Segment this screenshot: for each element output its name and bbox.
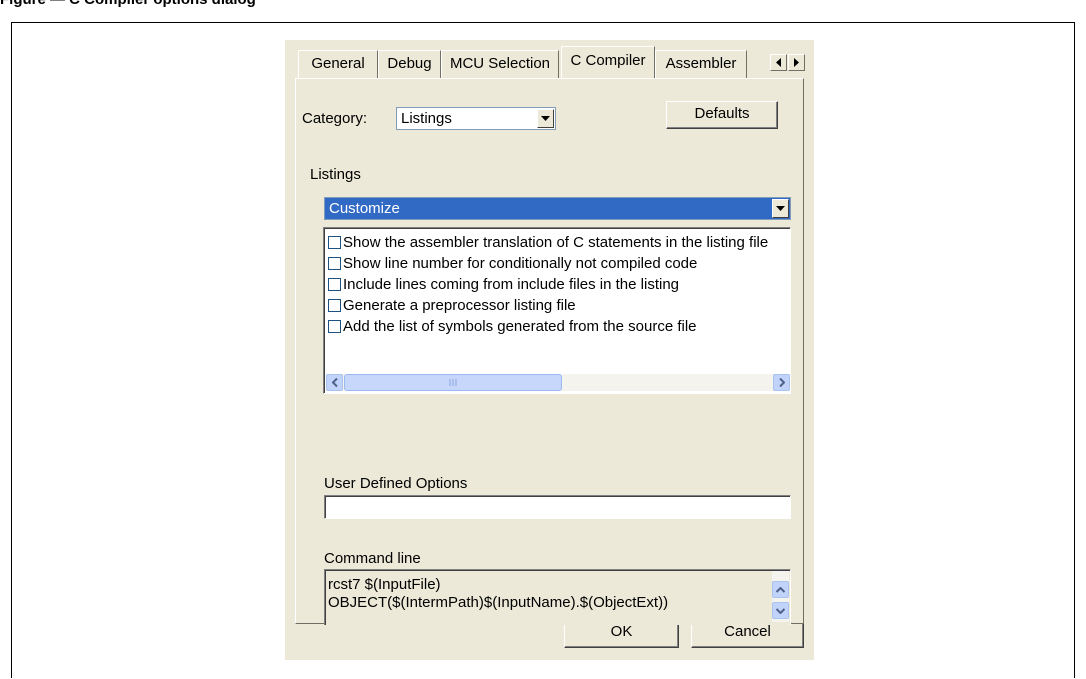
tab-scroll-right-button[interactable]	[788, 54, 805, 71]
category-select[interactable]: Listings	[396, 107, 556, 130]
chevron-left-icon	[331, 378, 338, 387]
command-line-box[interactable]: rcst7 $(InputFile) OBJECT($(IntermPath)$…	[324, 569, 791, 625]
tab-assembler[interactable]: Assembler	[655, 50, 747, 78]
chevron-down-icon	[776, 607, 785, 614]
tab-c-compiler-label: C Compiler	[570, 52, 646, 69]
scroll-up-button[interactable]	[772, 581, 789, 598]
option-checkbox[interactable]	[328, 257, 341, 270]
command-line-text: rcst7 $(InputFile) OBJECT($(IntermPath)$…	[328, 576, 668, 612]
listing-options-list: Show the assembler translation of C stat…	[323, 227, 791, 394]
listings-dropdown-button[interactable]	[772, 199, 789, 218]
tab-mcu-selection-label: MCU Selection	[449, 55, 551, 72]
command-line-line-2: OBJECT($(IntermPath)$(InputName).$(Objec…	[328, 594, 669, 611]
category-label: Category:	[302, 110, 368, 127]
c-compiler-tab-panel: Category: Listings Defaults Listings Cus…	[295, 78, 804, 625]
option-include-lines[interactable]: Include lines coming from include files …	[328, 274, 790, 295]
option-assembler-translation[interactable]: Show the assembler translation of C stat…	[328, 232, 790, 253]
option-label: Show line number for conditionally not c…	[343, 255, 698, 272]
arrow-right-icon	[794, 58, 799, 67]
option-checkbox[interactable]	[328, 278, 341, 291]
listings-mode-value: Customize	[329, 200, 400, 217]
horizontal-scrollbar[interactable]	[326, 374, 790, 391]
figure-caption-strip: Figure — C Compiler options dialog	[0, 0, 1086, 14]
chevron-down-icon	[776, 206, 785, 211]
command-line-label: Command line	[324, 550, 421, 567]
chevron-right-icon	[778, 378, 785, 387]
option-label: Generate a preprocessor listing file	[343, 297, 576, 314]
option-checkbox[interactable]	[328, 236, 341, 249]
chevron-down-icon	[541, 116, 550, 121]
option-symbols-list[interactable]: Add the list of symbols generated from t…	[328, 316, 790, 337]
tab-debug[interactable]: Debug	[378, 50, 441, 78]
tab-general[interactable]: General	[298, 50, 378, 78]
listings-mode-select[interactable]: Customize	[324, 197, 791, 220]
tab-scroll-left-button[interactable]	[770, 54, 787, 71]
category-value: Listings	[401, 110, 452, 127]
listings-label: Listings	[310, 166, 361, 183]
tab-c-compiler[interactable]: C Compiler	[561, 46, 655, 78]
scroll-left-button[interactable]	[326, 374, 343, 391]
option-preprocessor-listing[interactable]: Generate a preprocessor listing file	[328, 295, 790, 316]
scroll-down-button[interactable]	[772, 602, 789, 619]
vertical-scrollbar[interactable]	[772, 571, 789, 622]
scroll-thumb[interactable]	[344, 374, 562, 391]
tab-mcu-selection[interactable]: MCU Selection	[441, 50, 559, 78]
option-label: Show the assembler translation of C stat…	[343, 234, 769, 251]
user-defined-options-label: User Defined Options	[324, 475, 468, 492]
compiler-options-dialog: General Debug MCU Selection C Compiler A…	[285, 40, 814, 660]
option-line-number[interactable]: Show line number for conditionally not c…	[328, 253, 790, 274]
tab-assembler-label: Assembler	[665, 55, 737, 72]
scroll-right-button[interactable]	[773, 374, 790, 391]
arrow-left-icon	[776, 58, 781, 67]
tab-debug-label: Debug	[387, 55, 432, 72]
option-checkbox[interactable]	[328, 299, 341, 312]
option-label: Include lines coming from include files …	[343, 276, 679, 293]
user-defined-options-input[interactable]	[324, 495, 791, 519]
command-line-line-1: rcst7 $(InputFile)	[328, 576, 441, 593]
figure-caption: Figure — C Compiler options dialog	[0, 0, 256, 8]
option-checkbox[interactable]	[328, 320, 341, 333]
category-dropdown-button[interactable]	[537, 109, 554, 128]
grip-icon	[449, 379, 457, 386]
defaults-button[interactable]: Defaults	[666, 101, 778, 129]
tab-general-label: General	[311, 55, 365, 72]
option-label: Add the list of symbols generated from t…	[343, 318, 697, 335]
chevron-up-icon	[776, 586, 785, 593]
